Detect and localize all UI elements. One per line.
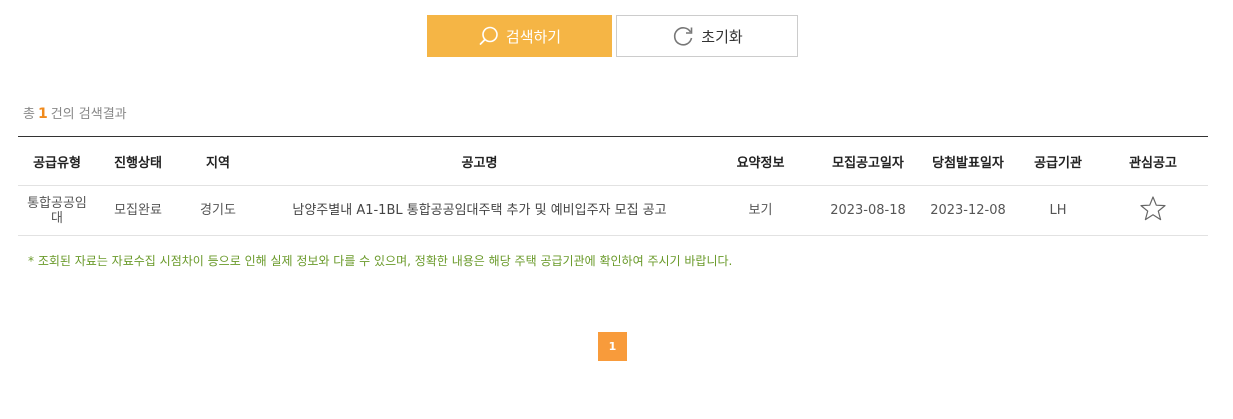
page-button-current[interactable]: 1 [598,332,627,361]
col-supply-type: 공급유형 [18,136,96,186]
col-notice-date: 모집공고일자 [818,136,918,186]
reset-button-label: 초기화 [701,27,743,46]
cell-favorite [1098,185,1208,236]
reset-button[interactable]: 초기화 [616,15,798,57]
cell-notice-date: 2023-08-18 [818,185,918,236]
cell-region: 경기도 [180,185,256,236]
search-button[interactable]: 검색하기 [427,15,612,57]
cell-title[interactable]: 남양주별내 A1-1BL 통합공공임대주택 추가 및 예비입주자 모집 공고 [256,185,703,236]
search-button-label: 검색하기 [505,27,562,46]
col-title: 공고명 [256,136,703,186]
results-table: 공급유형 진행상태 지역 공고명 요약정보 모집공고일자 당첨발표일자 공급기관… [18,136,1208,236]
col-summary: 요약정보 [703,136,818,186]
col-winner-date: 당첨발표일자 [918,136,1018,186]
col-favorite: 관심공고 [1098,136,1208,186]
cell-supply-type: 통합공공임대 [18,185,96,236]
col-agency: 공급기관 [1018,136,1098,186]
data-disclaimer: * 조회된 자료는 자료수집 시점차이 등으로 인해 실제 정보와 다를 수 있… [28,254,733,268]
star-outline-icon[interactable] [1139,195,1167,227]
search-icon [478,25,500,47]
table-row[interactable]: 통합공공임대 모집완료 경기도 남양주별내 A1-1BL 통합공공임대주택 추가… [18,185,1208,236]
cell-agency: LH [1018,185,1098,236]
col-region: 지역 [180,136,256,186]
summary-view-link[interactable]: 보기 [703,185,818,236]
col-status: 진행상태 [96,136,180,186]
cell-winner-date: 2023-12-08 [918,185,1018,236]
table-header-row: 공급유형 진행상태 지역 공고명 요약정보 모집공고일자 당첨발표일자 공급기관… [18,136,1208,186]
cell-status: 모집완료 [96,185,180,236]
result-summary: 총 1 건의 검색결과 [23,106,127,122]
result-count: 1 [37,106,48,122]
refresh-icon [671,24,695,48]
